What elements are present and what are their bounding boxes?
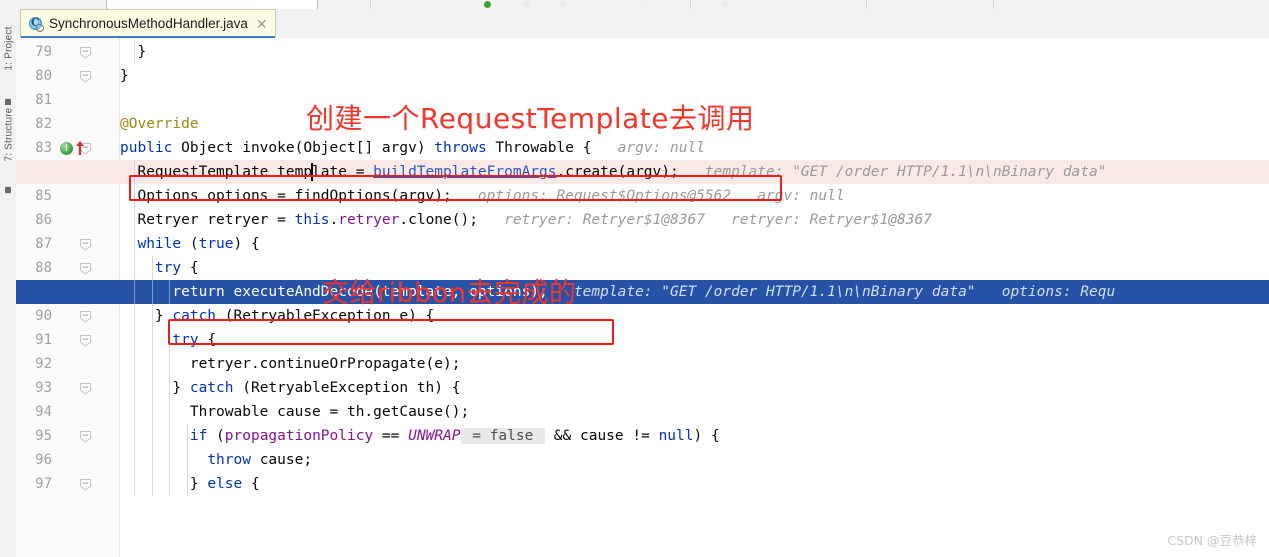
code-line-text: } <box>137 44 147 60</box>
code-line-text: } catch (RetryableException th) { <box>120 380 461 396</box>
run-button-icon[interactable] <box>484 1 491 8</box>
extra-button-icon[interactable] <box>722 1 729 8</box>
close-icon[interactable]: ✕ <box>254 17 268 31</box>
code-line-text: } else { <box>120 476 260 492</box>
code-line-89[interactable]: return executeAndDecode(template, option… <box>16 280 1269 304</box>
tool-window-button-project[interactable]: 1: Project <box>4 14 15 84</box>
toolbar-separator <box>690 0 691 9</box>
code-line-text: while (true) { <box>137 236 260 252</box>
code-line-94[interactable]: Throwable cause = th.getCause(); <box>120 400 1269 424</box>
code-line-88[interactable]: try { <box>120 256 1269 280</box>
tool-window-button-structure[interactable]: 7: Structure <box>4 100 15 170</box>
code-editor[interactable]: 7980818283I84✓8586878889✓909192939495969… <box>16 38 1269 557</box>
annotation-text-2: 交给ribbon去完成的 <box>322 278 577 309</box>
code-line-text: Retryer retryer = this.retryer.clone(); … <box>120 212 932 228</box>
editor-tab-synchronousmethodhandler[interactable]: C SynchronousMethodHandler.java ✕ <box>20 9 276 38</box>
code-line-87[interactable]: while (true) { <box>120 232 1269 256</box>
statement-highlight-line-84 <box>129 175 782 201</box>
code-line-95[interactable]: if (propagationPolicy == UNWRAP = false … <box>120 424 1269 448</box>
code-line-text: try { <box>154 260 199 276</box>
editor-tab-bar: C SynchronousMethodHandler.java ✕ <box>16 9 1269 39</box>
code-line-92[interactable]: retryer.continueOrPropagate(e); <box>120 352 1269 376</box>
coverage-button-icon[interactable] <box>560 1 567 8</box>
code-line-text: if (propagationPolicy == UNWRAP = false … <box>189 428 720 444</box>
toolbar-separator <box>866 0 867 9</box>
rail-marker-icon <box>5 187 11 193</box>
code-line-80[interactable]: } <box>120 64 1269 88</box>
annotation-text-1: 创建一个RequestTemplate去调用 <box>306 102 755 135</box>
code-line-97[interactable]: } else { <box>120 472 1269 496</box>
code-line-text: Throwable cause = th.getCause(); <box>120 404 470 420</box>
code-line-text: retryer.continueOrPropagate(e); <box>120 356 461 372</box>
tool-window-left-rail: 1: Project 7: Structure <box>0 9 17 557</box>
code-line-text: throw cause; <box>207 452 313 468</box>
code-line-96[interactable]: throw cause; <box>120 448 1269 472</box>
toolbar-separator <box>370 0 371 9</box>
code-line-text: } <box>120 68 129 84</box>
profiler-button-icon[interactable] <box>595 1 602 8</box>
toolbar-separator <box>993 0 994 9</box>
statement-highlight-line-89 <box>168 319 614 345</box>
ide-window: 1: Project 7: Structure C SynchronousMet… <box>0 0 1269 557</box>
code-line-93[interactable]: } catch (RetryableException th) { <box>120 376 1269 400</box>
code-line-text: public Object invoke(Object[] argv) thro… <box>120 140 705 156</box>
editor-tab-label: SynchronousMethodHandler.java <box>49 16 248 31</box>
stop-button-icon[interactable] <box>640 1 647 8</box>
debug-button-icon[interactable] <box>523 1 530 8</box>
code-line-79[interactable]: } <box>120 40 1269 64</box>
code-line-86[interactable]: Retryer retryer = this.retryer.clone(); … <box>120 208 1269 232</box>
watermark: CSDN @豆恭梓 <box>1167 533 1257 548</box>
code-line-text: @Override <box>120 116 199 132</box>
code-line-83[interactable]: public Object invoke(Object[] argv) thro… <box>120 136 1269 160</box>
code-line-text: return executeAndDecode(template, option… <box>120 284 1116 300</box>
java-class-file-icon: C <box>28 16 44 32</box>
